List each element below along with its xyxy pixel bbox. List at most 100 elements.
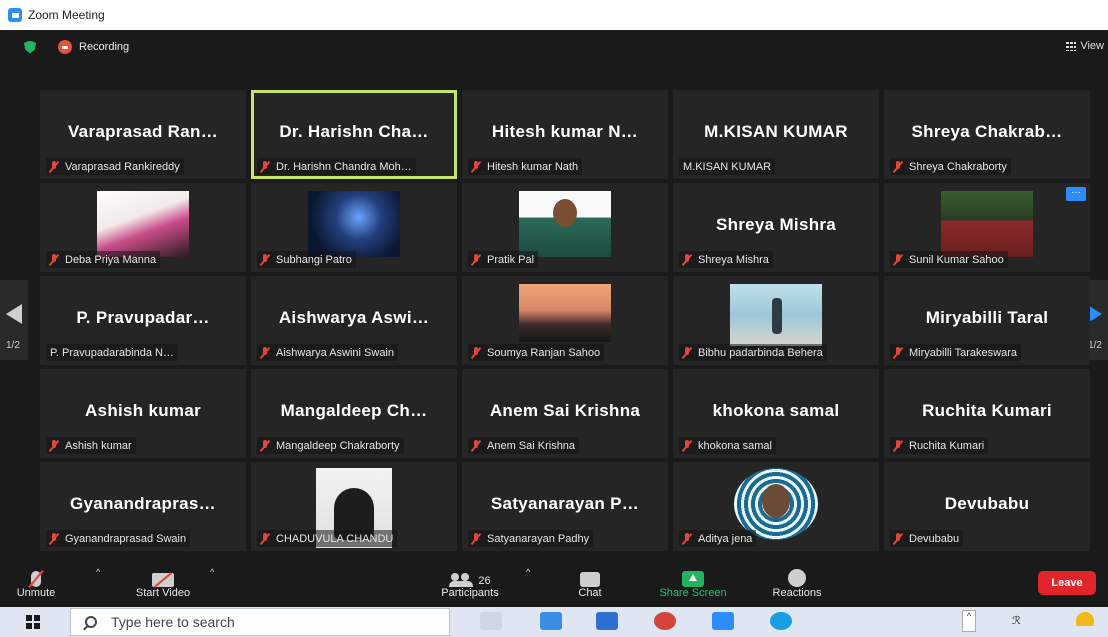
participant-tile[interactable]: Shreya Chakrab… Shreya Chakraborty [884, 90, 1090, 179]
participant-display-name: Dr. Harishn Cha… [279, 122, 429, 141]
participant-name: Shreya Chakraborty [909, 160, 1007, 173]
participant-name-label: Anem Sai Krishna [468, 437, 580, 454]
participant-tile[interactable]: Aishwarya Aswi… Aishwarya Aswini Swain [251, 276, 457, 365]
mail-app-icon[interactable] [596, 612, 618, 630]
participant-tile[interactable]: Ashish kumar Ashish kumar [40, 369, 246, 458]
participant-name: Ashish kumar [65, 439, 132, 452]
taskbar-search-placeholder: Type here to search [111, 614, 235, 630]
participant-name: Miryabilli Tarakeswara [909, 346, 1017, 359]
participant-name-label: Ruchita Kumari [890, 437, 989, 454]
participant-tile[interactable]: Devubabu Devubabu [884, 462, 1090, 551]
participant-name: Gyanandraprasad Swain [65, 532, 187, 545]
zoom-taskbar-icon[interactable] [712, 612, 734, 630]
participant-name: Subhangi Patro [276, 253, 352, 266]
participant-tile[interactable]: Miryabilli Taral Miryabilli Tarakeswara [884, 276, 1090, 365]
participant-tile[interactable]: Soumya Ranjan Sahoo [462, 276, 668, 365]
muted-mic-icon [893, 346, 903, 359]
participant-name-label: Devubabu [890, 530, 964, 547]
chat-label: Chat [578, 587, 602, 599]
muted-mic-icon [893, 253, 903, 266]
weather-icon[interactable] [1076, 612, 1094, 626]
participant-tile[interactable]: Dr. Harishn Cha… Dr. Harishn Chandra Moh… [251, 90, 457, 179]
participant-name: Shreya Mishra [698, 253, 769, 266]
participant-tile[interactable]: Hitesh kumar N… Hitesh kumar Nath [462, 90, 668, 179]
participant-tile[interactable]: Sunil Kumar Sahoo… [884, 183, 1090, 272]
task-view-icon[interactable] [480, 612, 502, 630]
muted-mic-icon [49, 160, 59, 173]
chat-button[interactable]: Chat [570, 561, 610, 599]
muted-mic-icon [49, 532, 59, 545]
view-label: View [1080, 40, 1104, 52]
start-video-label: Start Video [135, 587, 191, 599]
photos-app-icon[interactable] [540, 612, 562, 630]
view-button[interactable]: View [1066, 40, 1104, 52]
participant-tile[interactable]: Bibhu padarbinda Behera [673, 276, 879, 365]
participant-tile[interactable]: Gyanandrapras… Gyanandraprasad Swain [40, 462, 246, 551]
participant-gallery: Varaprasad Ran… Varaprasad Rankireddy Dr. … [40, 90, 1092, 551]
participant-tile[interactable]: Varaprasad Ran… Varaprasad Rankireddy [40, 90, 246, 179]
participant-tile[interactable]: CHADUVULA CHANDU [251, 462, 457, 551]
show-hidden-icons-icon[interactable]: ^ [962, 610, 976, 632]
participant-tile[interactable]: khokona samal khokona samal [673, 369, 879, 458]
participant-tile[interactable]: Pratik Pal [462, 183, 668, 272]
participant-display-name: Ruchita Kumari [922, 401, 1052, 420]
participant-display-name: Aishwarya Aswi… [278, 308, 430, 327]
participant-name: Pratik Pal [487, 253, 535, 266]
participants-button[interactable]: 26 Participants [428, 561, 512, 599]
participant-name: Mangaldeep Chakraborty [276, 439, 400, 452]
participant-tile[interactable]: Ruchita Kumari Ruchita Kumari [884, 369, 1090, 458]
recording-icon [58, 40, 72, 54]
participant-name-label: Mangaldeep Chakraborty [257, 437, 404, 454]
participant-name: Dr. Harishn Chandra Moh… [276, 160, 412, 173]
participant-tile[interactable]: Mangaldeep Ch… Mangaldeep Chakraborty [251, 369, 457, 458]
participant-video [941, 191, 1033, 257]
unmute-button[interactable]: Unmute [8, 561, 64, 599]
more-options-icon[interactable]: … [1066, 186, 1086, 201]
participant-tile[interactable]: P. Pravupadar… P. Pravupadarabinda N… [40, 276, 246, 365]
share-screen-label: Share Screen [659, 587, 727, 599]
audio-options-caret-icon[interactable]: ^ [96, 567, 100, 577]
muted-mic-icon [893, 160, 903, 173]
participant-name-label: Shreya Chakraborty [890, 158, 1011, 175]
muted-mic-icon [682, 346, 692, 359]
participant-name: Ruchita Kumari [909, 439, 985, 452]
window-title: Zoom Meeting [28, 8, 105, 22]
search-icon [85, 616, 97, 628]
participant-tile[interactable]: Deba Priya Manna [40, 183, 246, 272]
taskbar-search-box[interactable]: Type here to search [70, 608, 450, 636]
encryption-shield-icon[interactable] [24, 40, 36, 54]
participants-label: Participants [441, 587, 499, 599]
edge-app-icon[interactable] [770, 612, 792, 630]
video-options-caret-icon[interactable]: ^ [210, 567, 214, 577]
participant-name: Deba Priya Manna [65, 253, 157, 266]
participant-tile[interactable]: Shreya Mishra Shreya Mishra [673, 183, 879, 272]
share-screen-button[interactable]: Share Screen [648, 561, 738, 599]
participant-name: Aditya jena [698, 532, 753, 545]
participant-name-label: Deba Priya Manna [46, 251, 161, 268]
page-indicator-left: 1/2 [6, 340, 20, 351]
participant-tile[interactable]: Satyanarayan P… Satyanarayan Padhy [462, 462, 668, 551]
windows-start-icon[interactable] [26, 615, 40, 629]
participant-tile[interactable]: Anem Sai Krishna Anem Sai Krishna [462, 369, 668, 458]
muted-mic-icon [682, 439, 692, 452]
recording-label: Recording [79, 41, 130, 53]
leave-button[interactable]: Leave [1038, 571, 1096, 595]
video-off-icon [152, 573, 174, 587]
participant-tile[interactable]: Subhangi Patro [251, 183, 457, 272]
participant-name-label: Satyanarayan Padhy [468, 530, 594, 547]
muted-mic-icon [49, 253, 59, 266]
participant-name-label: Shreya Mishra [679, 251, 773, 268]
participant-display-name: Devubabu [944, 494, 1030, 513]
muted-mic-icon [471, 532, 481, 545]
participant-tile[interactable]: Aditya jena [673, 462, 879, 551]
reactions-button[interactable]: Reactions [762, 561, 832, 599]
people-tray-icon[interactable]: ℛ [1012, 614, 1021, 627]
muted-mic-icon [260, 253, 270, 266]
participant-tile[interactable]: M.KISAN KUMAR M.KISAN KUMAR [673, 90, 879, 179]
participant-display-name: Shreya Mishra [715, 215, 837, 234]
chrome-app-icon[interactable] [654, 612, 676, 630]
start-video-button[interactable]: Start Video [128, 561, 198, 599]
participants-options-caret-icon[interactable]: ^ [526, 567, 530, 577]
muted-mic-icon [260, 346, 270, 359]
participant-display-name: Mangaldeep Ch… [280, 401, 428, 420]
